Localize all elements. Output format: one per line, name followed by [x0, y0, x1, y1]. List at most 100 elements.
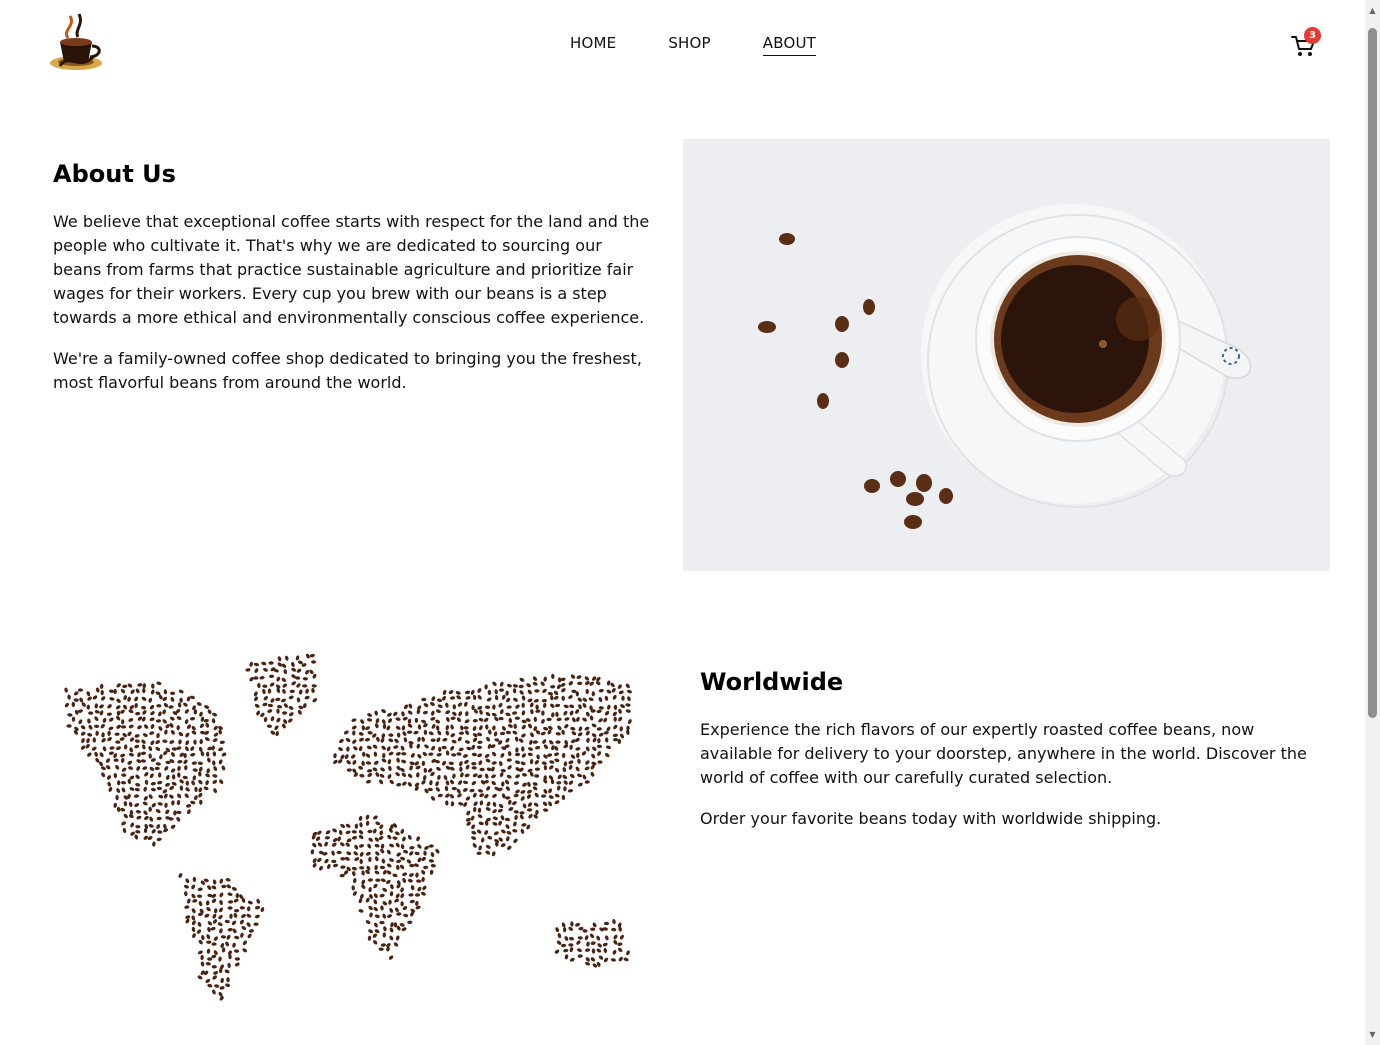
coffee-bean-dot: [429, 780, 433, 786]
coffee-bean-dot: [114, 732, 120, 736]
coffee-bean-dot: [101, 732, 105, 738]
coffee-bean-dot: [532, 740, 538, 744]
coffee-bean-dot: [386, 863, 392, 868]
coffee-bean-dot: [374, 837, 379, 842]
coffee-bean-dot: [73, 691, 79, 696]
coffee-bean-dot: [543, 726, 549, 731]
coffee-bean-dot: [302, 684, 308, 688]
coffee-bean-dot: [590, 957, 596, 962]
coffee-bean-dot: [140, 751, 147, 756]
coffee-bean-dot: [477, 688, 482, 693]
coffee-bean-dot: [505, 712, 511, 717]
coffee-bean-dot: [497, 808, 503, 813]
coffee-bean-dot: [231, 887, 237, 891]
coffee-bean-dot: [276, 717, 281, 723]
coffee-bean-dot: [546, 717, 552, 722]
coffee-bean-dot: [443, 775, 448, 781]
coffee-bean-dot: [604, 710, 610, 716]
coffee-bean-dot: [477, 788, 484, 793]
coffee-logo[interactable]: [46, 8, 106, 74]
coffee-bean-dot: [351, 718, 357, 723]
coffee-bean-dot: [613, 738, 619, 742]
coffee-bean-dot: [598, 696, 603, 703]
coffee-bean-dot: [162, 709, 167, 715]
coffee-bean-dot: [325, 830, 331, 835]
coffee-bean-dot: [141, 696, 147, 701]
coffee-bean-dot: [176, 716, 182, 721]
coffee-bean-dot: [210, 926, 216, 931]
coffee-bean-dot: [191, 920, 196, 926]
coffee-bean-dot: [232, 928, 237, 934]
coffee-bean-dot: [612, 733, 618, 738]
coffee-bean-dot: [506, 683, 512, 688]
coffee-bean-dot: [144, 772, 149, 777]
coffee-bean-dot: [585, 688, 589, 695]
coffee-bean-dot: [164, 766, 169, 771]
coffee-bean-dot: [369, 912, 373, 918]
coffee-bean-dot: [472, 737, 478, 743]
coffee-bean-dot: [526, 683, 531, 688]
coffee-bean-dot: [165, 809, 170, 815]
coffee-bean-dot: [379, 893, 385, 898]
coffee-bean-dot: [543, 765, 548, 771]
coffee-bean-dot: [492, 809, 497, 814]
coffee-bean-dot: [192, 933, 196, 939]
nav-shop[interactable]: SHOP: [668, 34, 710, 56]
coffee-bean-dot: [382, 887, 388, 892]
coffee-bean-dot: [346, 760, 351, 765]
coffee-bean-dot: [365, 761, 372, 765]
nav-home[interactable]: HOME: [570, 34, 616, 56]
scrollbar-thumb[interactable]: [1368, 28, 1377, 718]
nav-about[interactable]: ABOUT: [762, 34, 817, 56]
coffee-bean-dot: [499, 681, 504, 687]
coffee-bean-dot: [379, 920, 385, 925]
coffee-bean-dot: [479, 767, 485, 772]
coffee-bean-dot: [514, 760, 521, 764]
coffee-bean-dot: [374, 723, 379, 729]
coffee-bean-dot: [380, 943, 386, 947]
coffee-bean-dot: [200, 954, 204, 961]
coffee-bean-dot: [191, 761, 197, 765]
scroll-down-arrow-icon[interactable]: ▼: [1368, 1030, 1377, 1039]
coffee-bean-dot: [603, 731, 609, 735]
coffee-bean-dot: [113, 688, 117, 695]
scroll-up-arrow-icon[interactable]: ▲: [1368, 6, 1377, 15]
coffee-bean-dot: [577, 936, 583, 940]
coffee-bean-dot: [561, 688, 566, 693]
coffee-bean-dot: [107, 730, 111, 736]
coffee-bean-dot: [407, 723, 413, 728]
coffee-bean-dot: [199, 799, 203, 805]
coffee-bean-dot: [376, 736, 380, 742]
coffee-bean-dot: [119, 737, 125, 741]
coffee-bean-dot: [115, 740, 121, 744]
coffee-bean-dot: [618, 956, 623, 962]
coffee-bean-dot: [359, 822, 363, 828]
coffee-bean-dot: [143, 786, 147, 792]
coffee-bean-dot: [505, 697, 511, 703]
coffee-bean-dot: [399, 864, 405, 870]
coffee-bean-dot: [205, 962, 211, 966]
coffee-bean-dot: [242, 948, 248, 953]
coffee-bean-dot: [212, 751, 217, 757]
coffee-bean-dot: [486, 785, 491, 791]
coffee-bean-dot: [396, 852, 402, 857]
coffee-bean-dot: [401, 927, 407, 932]
coffee-bean-dot: [361, 879, 366, 885]
coffee-bean-dot: [402, 716, 408, 721]
coffee-bean-dot: [141, 716, 146, 722]
coffee-bean-dot: [144, 779, 149, 785]
coffee-bean-dot: [460, 725, 464, 731]
coffee-bean-dot: [373, 906, 378, 912]
coffee-bean-dot: [375, 772, 380, 777]
coffee-bean-dot: [87, 718, 91, 724]
coffee-bean-dot: [403, 913, 409, 918]
coffee-bean-dot: [100, 766, 106, 771]
coffee-bean-dot: [568, 780, 574, 785]
coffee-bean-dot: [122, 684, 128, 689]
coffee-bean-dot: [476, 745, 483, 750]
coffee-bean-dot: [627, 696, 631, 702]
coffee-bean-dot: [484, 684, 488, 690]
coffee-bean-dot: [71, 716, 76, 722]
coffee-bean-dot: [253, 662, 259, 667]
coffee-bean-dot: [381, 745, 386, 751]
